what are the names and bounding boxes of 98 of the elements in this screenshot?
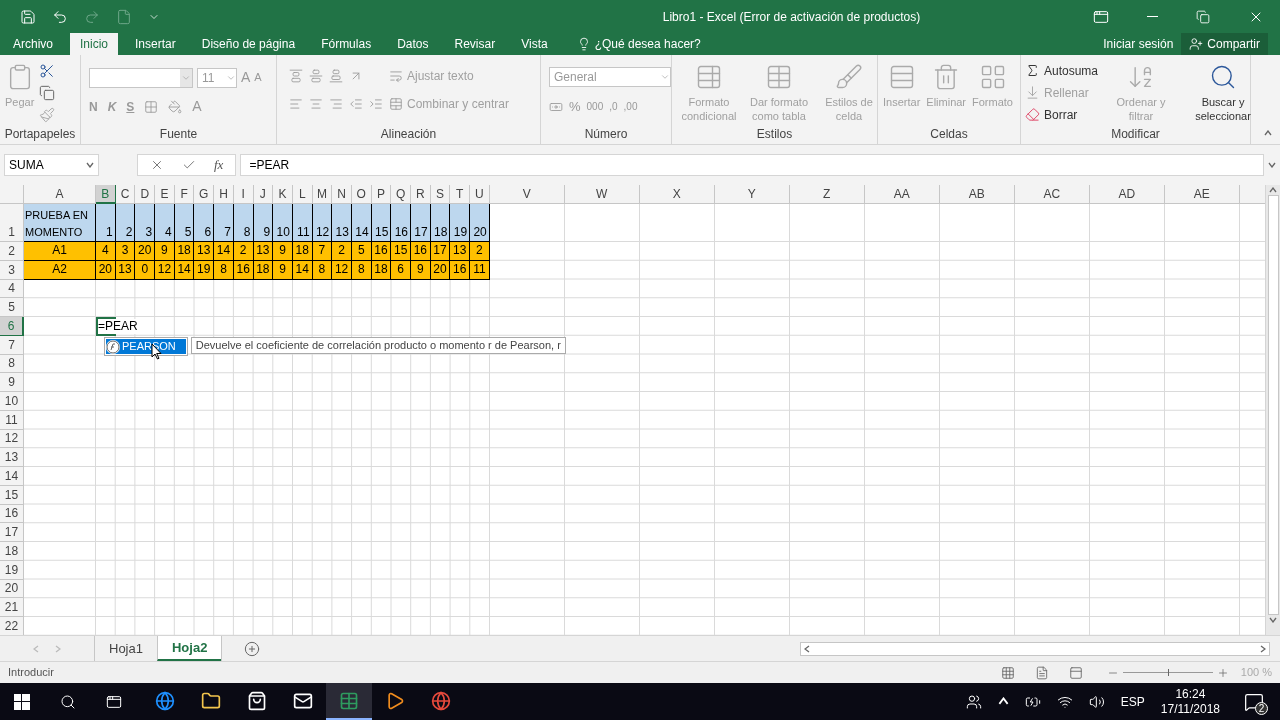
row-header[interactable]: 10 [0,392,24,411]
ribbon-tab[interactable]: Fórmulas [311,33,382,55]
group-label: Alineación [380,126,437,143]
column-header[interactable]: AC [1014,185,1090,204]
table-cell: PRUEBA EN MOMENTO [24,204,96,242]
language-indicator[interactable]: ESP [1120,692,1145,711]
row-header[interactable]: 1 [0,204,24,242]
table-cell: 13 [194,242,215,261]
table-cell: 14 [351,204,372,242]
table-cell: 2 [470,242,490,261]
column-header[interactable]: AE [1164,185,1240,204]
table-cell: 10 [273,204,293,242]
table-cell: 16 [411,242,431,261]
ribbon-tab[interactable]: Insertar [125,33,186,55]
row-header[interactable]: 5 [0,298,24,317]
table-cell: 7 [214,204,234,242]
table-cell: 6 [194,204,215,242]
table-cell: 14 [214,242,234,261]
column-header[interactable]: W [564,185,640,204]
row-header[interactable]: 17 [0,523,24,542]
table-cell: 19 [450,204,471,242]
cell-editor[interactable]: =PEAR [98,319,140,334]
group-label: Estilos [756,126,793,143]
group-label: Fuente [159,126,198,143]
column-header[interactable]: AD [1089,185,1165,204]
column-header[interactable]: X [639,185,715,204]
column-header[interactable]: V [489,185,565,204]
row-header[interactable]: 22 [0,617,24,635]
table-cell: 16 [391,204,411,242]
column-header[interactable]: AB [939,185,1015,204]
table-cell: 4 [155,204,175,242]
formula-field[interactable]: =PEAR [240,153,1264,176]
insert-function-button[interactable]: fx [214,154,224,175]
table-cell: 3 [115,242,136,261]
group-label: Modificar [1111,126,1160,143]
table-cell: 12 [312,204,333,242]
ribbon-tab[interactable]: Archivo [3,33,63,55]
row-header[interactable]: 13 [0,448,24,467]
row-header[interactable]: 9 [0,373,24,392]
table-cell: 13 [450,242,471,261]
row-header[interactable]: 21 [0,598,24,617]
row-header[interactable]: 6 [0,317,24,336]
column-header[interactable]: B [96,185,116,204]
table-cell: 7 [312,242,333,261]
table-cell: 16 [371,242,392,261]
table-cell: 17 [411,204,431,242]
row-header[interactable]: 14 [0,467,24,486]
autosum-button[interactable]: Autosuma [1025,61,1099,80]
ribbon-tab[interactable]: Datos [387,33,439,55]
sheet-tab[interactable]: Hoja2 [156,636,222,661]
ribbon-tab[interactable]: Diseño de página [191,33,306,55]
table-cell: 18 [292,242,313,261]
table-cell: 2 [332,242,352,261]
table-cell: 2 [115,204,136,242]
group-label: Portapapeles [4,126,76,143]
group-label: Celdas [930,126,968,143]
clear-button[interactable]: Borrar [1025,105,1099,124]
table-cell: 2 [233,242,254,261]
table-cell: 17 [430,242,451,261]
table-cell: 18 [430,204,451,242]
table-cell: 9 [273,242,293,261]
table-cell: 15 [371,204,392,242]
column-header[interactable]: Y [714,185,790,204]
table-cell: 13 [332,204,352,242]
table-cell: 20 [135,242,156,261]
group-label: Número [584,126,628,143]
function-tooltip: Devuelve el coeficiente de correlación producto o momento r de Pearson, r [190,337,566,354]
table-cell: 13 [253,242,274,261]
name-box[interactable]: SUMA [4,153,99,176]
clock-date[interactable]: 17/11/2018 [1160,701,1220,717]
table-cell: 3 [135,204,156,242]
sign-in-link[interactable]: Iniciar sesión [1095,33,1182,55]
table-cell: 20 [470,204,490,242]
tell-me-field[interactable]: ¿Qué desea hacer? [594,35,701,53]
table-cell: 5 [351,242,372,261]
row-header[interactable]: 18 [0,542,24,561]
ribbon-tab[interactable]: Vista [511,33,558,55]
table-cell: 4 [96,242,116,261]
table-cell: 11 [292,204,313,242]
ribbon-tab[interactable]: Revisar [444,33,506,55]
table-cell: 18 [174,242,195,261]
column-header[interactable]: Z [789,185,865,204]
table-cell: 15 [391,242,411,261]
row-header[interactable]: 2 [0,242,24,261]
ribbon-tab[interactable]: Inicio [70,33,119,55]
find-select-button[interactable]: Buscar y seleccionar [1184,59,1263,123]
table-cell: 1 [96,204,116,242]
clock-time[interactable]: 16:24 [1175,686,1206,702]
table-cell: 9 [155,242,175,261]
table-cell: 9 [253,204,274,242]
notification-badge: 2 [1255,701,1268,715]
column-header[interactable]: AA [864,185,940,204]
table-cell: 8 [233,204,254,242]
table-cell: A1 [24,242,96,261]
window-title: Libro1 - Excel (Error de activación de productos) [661,8,922,26]
share-button[interactable]: Compartir [1181,33,1268,55]
status-mode: Introducir [8,665,54,681]
table-cell: 5 [174,204,195,242]
